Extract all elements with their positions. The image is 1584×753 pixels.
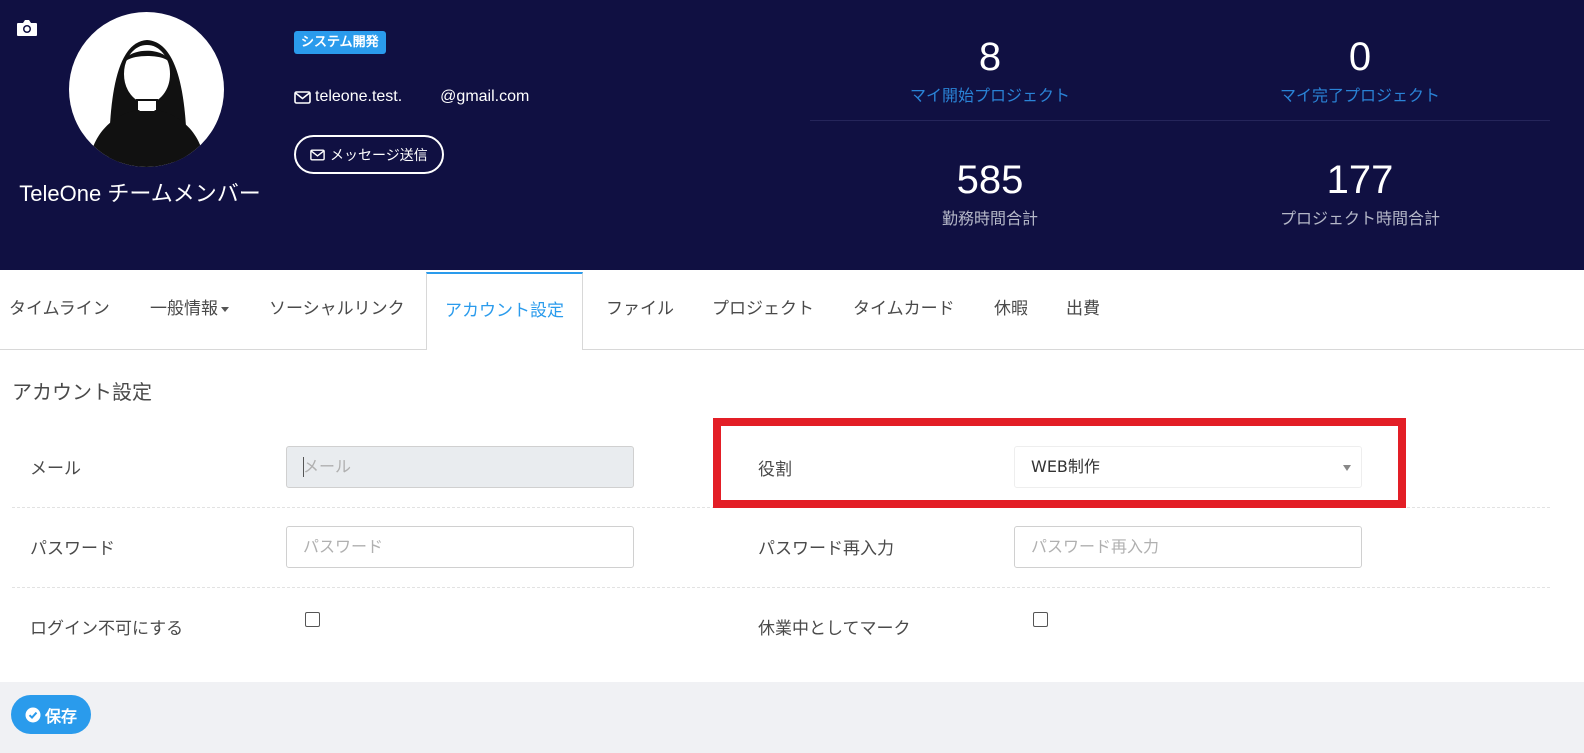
account-settings-panel: アカウント設定 メール メール 役割 WEB制作 パスワード パスワード パスワ… bbox=[0, 350, 1584, 682]
stat-label: マイ完了プロジェクト bbox=[1279, 86, 1440, 105]
email-label: メール bbox=[30, 459, 81, 479]
camera-icon[interactable] bbox=[16, 19, 38, 37]
tab-expenses[interactable]: 出費 bbox=[1066, 270, 1100, 350]
password-label: パスワード bbox=[30, 539, 115, 559]
envelope-icon bbox=[310, 148, 325, 161]
save-button[interactable]: 保存 bbox=[11, 695, 92, 734]
email-user: teleone.test. bbox=[315, 88, 403, 105]
tab-social-links[interactable]: ソーシャルリンク bbox=[269, 270, 405, 350]
profile-tabs: タイムライン 一般情報 ソーシャルリンク アカウント設定 ファイル プロジェクト… bbox=[0, 270, 1584, 351]
envelope-icon bbox=[294, 90, 311, 104]
stat-completed-projects[interactable]: 0 マイ完了プロジェクト bbox=[1230, 34, 1490, 106]
stat-total-project-hours: 177 プロジェクト時間合計 bbox=[1230, 157, 1490, 229]
row-divider bbox=[12, 587, 1550, 588]
department-badge: システム開発 bbox=[294, 31, 386, 54]
stat-value: 0 bbox=[1348, 35, 1372, 79]
email-domain: @gmail.com bbox=[440, 88, 530, 105]
highlight-box bbox=[713, 418, 1406, 508]
stat-started-projects[interactable]: 8 マイ開始プロジェクト bbox=[860, 34, 1120, 106]
send-message-label: メッセージ送信 bbox=[330, 146, 428, 163]
stat-label: プロジェクト時間合計 bbox=[1279, 209, 1440, 228]
save-label: 保存 bbox=[45, 708, 78, 726]
stat-value: 177 bbox=[1326, 158, 1394, 202]
tab-label: 一般情報 bbox=[150, 299, 218, 319]
email-input[interactable]: メール bbox=[286, 446, 634, 488]
disable-login-label: ログイン不可にする bbox=[30, 619, 184, 639]
mark-inactive-label: 休業中としてマーク bbox=[758, 619, 911, 639]
stat-divider bbox=[810, 120, 1550, 121]
stat-value: 8 bbox=[978, 35, 1002, 79]
mark-inactive-checkbox[interactable] bbox=[1033, 612, 1048, 627]
disable-login-checkbox[interactable] bbox=[305, 612, 320, 627]
check-circle-icon bbox=[25, 707, 41, 722]
caret-down-icon bbox=[221, 306, 229, 312]
password-input[interactable]: パスワード bbox=[286, 526, 634, 568]
stat-label: 勤務時間合計 bbox=[941, 209, 1038, 228]
email-line: teleone.test. @gmail.com bbox=[294, 88, 529, 106]
stat-label: マイ開始プロジェクト bbox=[909, 86, 1070, 105]
avatar bbox=[69, 12, 224, 167]
tab-files[interactable]: ファイル bbox=[606, 270, 674, 350]
tab-account-settings[interactable]: アカウント設定 bbox=[426, 272, 583, 351]
user-name: TeleOne チームメンバー bbox=[19, 181, 261, 206]
password-confirm-input[interactable]: パスワード再入力 bbox=[1014, 526, 1362, 568]
stat-total-work-hours: 585 勤務時間合計 bbox=[860, 157, 1120, 229]
send-message-button[interactable]: メッセージ送信 bbox=[294, 135, 444, 174]
tab-general-info[interactable]: 一般情報 bbox=[150, 270, 229, 350]
tab-projects[interactable]: プロジェクト bbox=[712, 270, 814, 350]
profile-header: TeleOne チームメンバー システム開発 teleone.test. @gm… bbox=[0, 0, 1584, 270]
panel-title: アカウント設定 bbox=[12, 380, 152, 404]
tab-timecards[interactable]: タイムカード bbox=[853, 270, 955, 350]
stat-value: 585 bbox=[956, 158, 1024, 202]
tab-timeline[interactable]: タイムライン bbox=[9, 270, 110, 350]
password-confirm-label: パスワード再入力 bbox=[758, 539, 894, 559]
tab-leave[interactable]: 休暇 bbox=[994, 270, 1028, 350]
